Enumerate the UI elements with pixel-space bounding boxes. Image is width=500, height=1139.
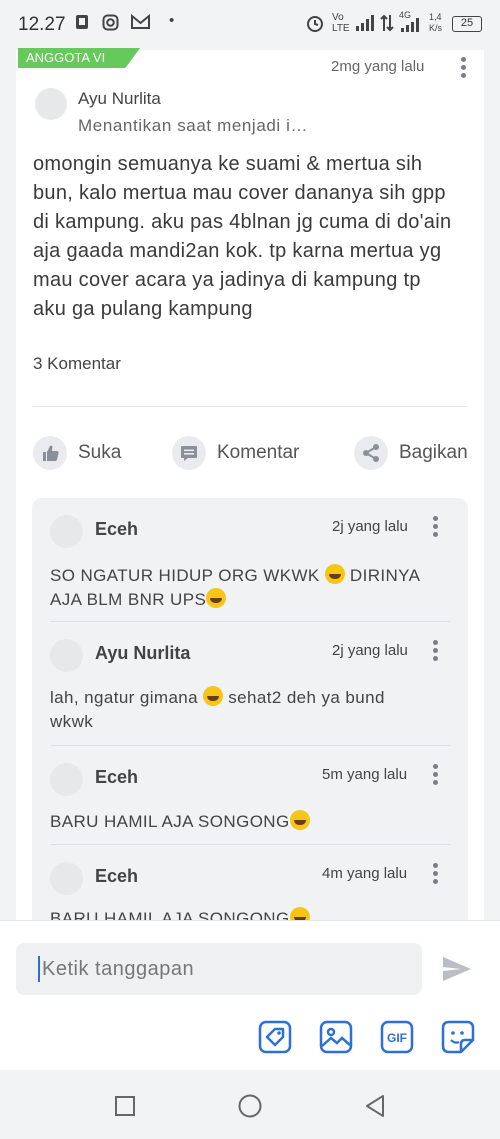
comment-input-placeholder: Ketik tanggapan (42, 958, 195, 980)
sim-icon (74, 14, 90, 34)
member-badge: ANGGOTA VI (18, 48, 140, 68)
author-name[interactable]: Ayu Nurlita (78, 89, 161, 109)
gmail-icon (131, 13, 150, 33)
comment-text: lah, ngatur gimana sehat2 deh ya bund wk… (50, 686, 385, 731)
comment-avatar[interactable] (50, 639, 83, 672)
comment-more-icon[interactable] (433, 640, 439, 664)
post-body: omongin semuanya ke suami & mertua sih b… (33, 153, 452, 320)
like-button[interactable]: Suka (33, 436, 133, 472)
comment-divider (50, 844, 450, 845)
comment-divider (50, 745, 450, 746)
battery-indicator: 25 (452, 16, 482, 32)
back-icon[interactable] (364, 1094, 386, 1123)
post-time: 2mg yang lalu (331, 58, 425, 75)
signal-icon-1 (355, 14, 375, 35)
comment-author[interactable]: Eceh (95, 519, 138, 540)
rofl-emoji-icon (203, 686, 224, 706)
thumbs-up-icon (33, 436, 67, 470)
comment-bubble-icon (172, 436, 206, 470)
image-icon[interactable] (318, 1019, 354, 1055)
send-icon[interactable] (441, 955, 473, 988)
home-icon[interactable] (238, 1094, 262, 1123)
comment-time: 4m yang lalu (322, 865, 408, 882)
volte-label: Vo LTE (332, 12, 350, 34)
laughing-emoji-icon (206, 588, 227, 608)
author-avatar[interactable] (35, 88, 67, 120)
tag-icon[interactable] (257, 1019, 293, 1055)
signal-icon-2 (400, 18, 420, 36)
text-caret (38, 956, 40, 982)
rofl-emoji-icon (324, 564, 345, 584)
comment-label: Komentar (217, 442, 300, 463)
comment-avatar[interactable] (50, 515, 83, 548)
share-icon (354, 436, 388, 470)
comment-author[interactable]: Eceh (95, 767, 138, 788)
author-status: Menantikan saat menjadi i… (78, 116, 309, 135)
comment-time: 2j yang lalu (332, 518, 408, 535)
comment-avatar[interactable] (50, 862, 83, 895)
system-nav-bar (0, 1072, 500, 1139)
comment-text: SO NGATUR HIDUP ORG WKWK DIRINYA AJA BLM… (50, 564, 420, 609)
data-arrows-icon (380, 14, 394, 35)
comment-more-icon[interactable] (433, 516, 439, 540)
share-label: Bagikan (399, 442, 468, 463)
comment-count[interactable]: 3 Komentar (33, 354, 121, 374)
rofl-emoji-icon (289, 810, 310, 830)
alarm-icon (305, 13, 325, 36)
comment-divider (50, 621, 450, 622)
gif-label: GIF (387, 1031, 407, 1045)
comment-time: 2j yang lalu (332, 642, 408, 659)
recents-icon[interactable] (114, 1095, 136, 1122)
comment-button[interactable]: Komentar (172, 436, 312, 472)
comment-time: 5m yang lalu (322, 766, 408, 783)
speed-label: 1,4 K/s (429, 12, 443, 33)
sticker-icon[interactable] (440, 1019, 476, 1055)
status-time: 12.27 (18, 14, 66, 35)
post-divider (33, 406, 467, 407)
gif-icon[interactable]: GIF (379, 1019, 415, 1055)
comment-text: BARU HAMIL AJA SONGONG (50, 810, 420, 834)
comment-author[interactable]: Ayu Nurlita (95, 643, 190, 664)
notification-dot: • (169, 12, 175, 29)
share-button[interactable]: Bagikan (354, 436, 468, 472)
comment-author[interactable]: Eceh (95, 866, 138, 887)
post-more-icon[interactable] (461, 57, 467, 81)
comment-more-icon[interactable] (433, 764, 439, 788)
comment-more-icon[interactable] (433, 863, 439, 887)
like-label: Suka (78, 442, 122, 463)
instagram-icon (102, 14, 119, 35)
status-bar: 12.27 • Vo LTE 4G 1,4 K/s 25 (0, 0, 500, 50)
comment-avatar[interactable] (50, 763, 83, 796)
